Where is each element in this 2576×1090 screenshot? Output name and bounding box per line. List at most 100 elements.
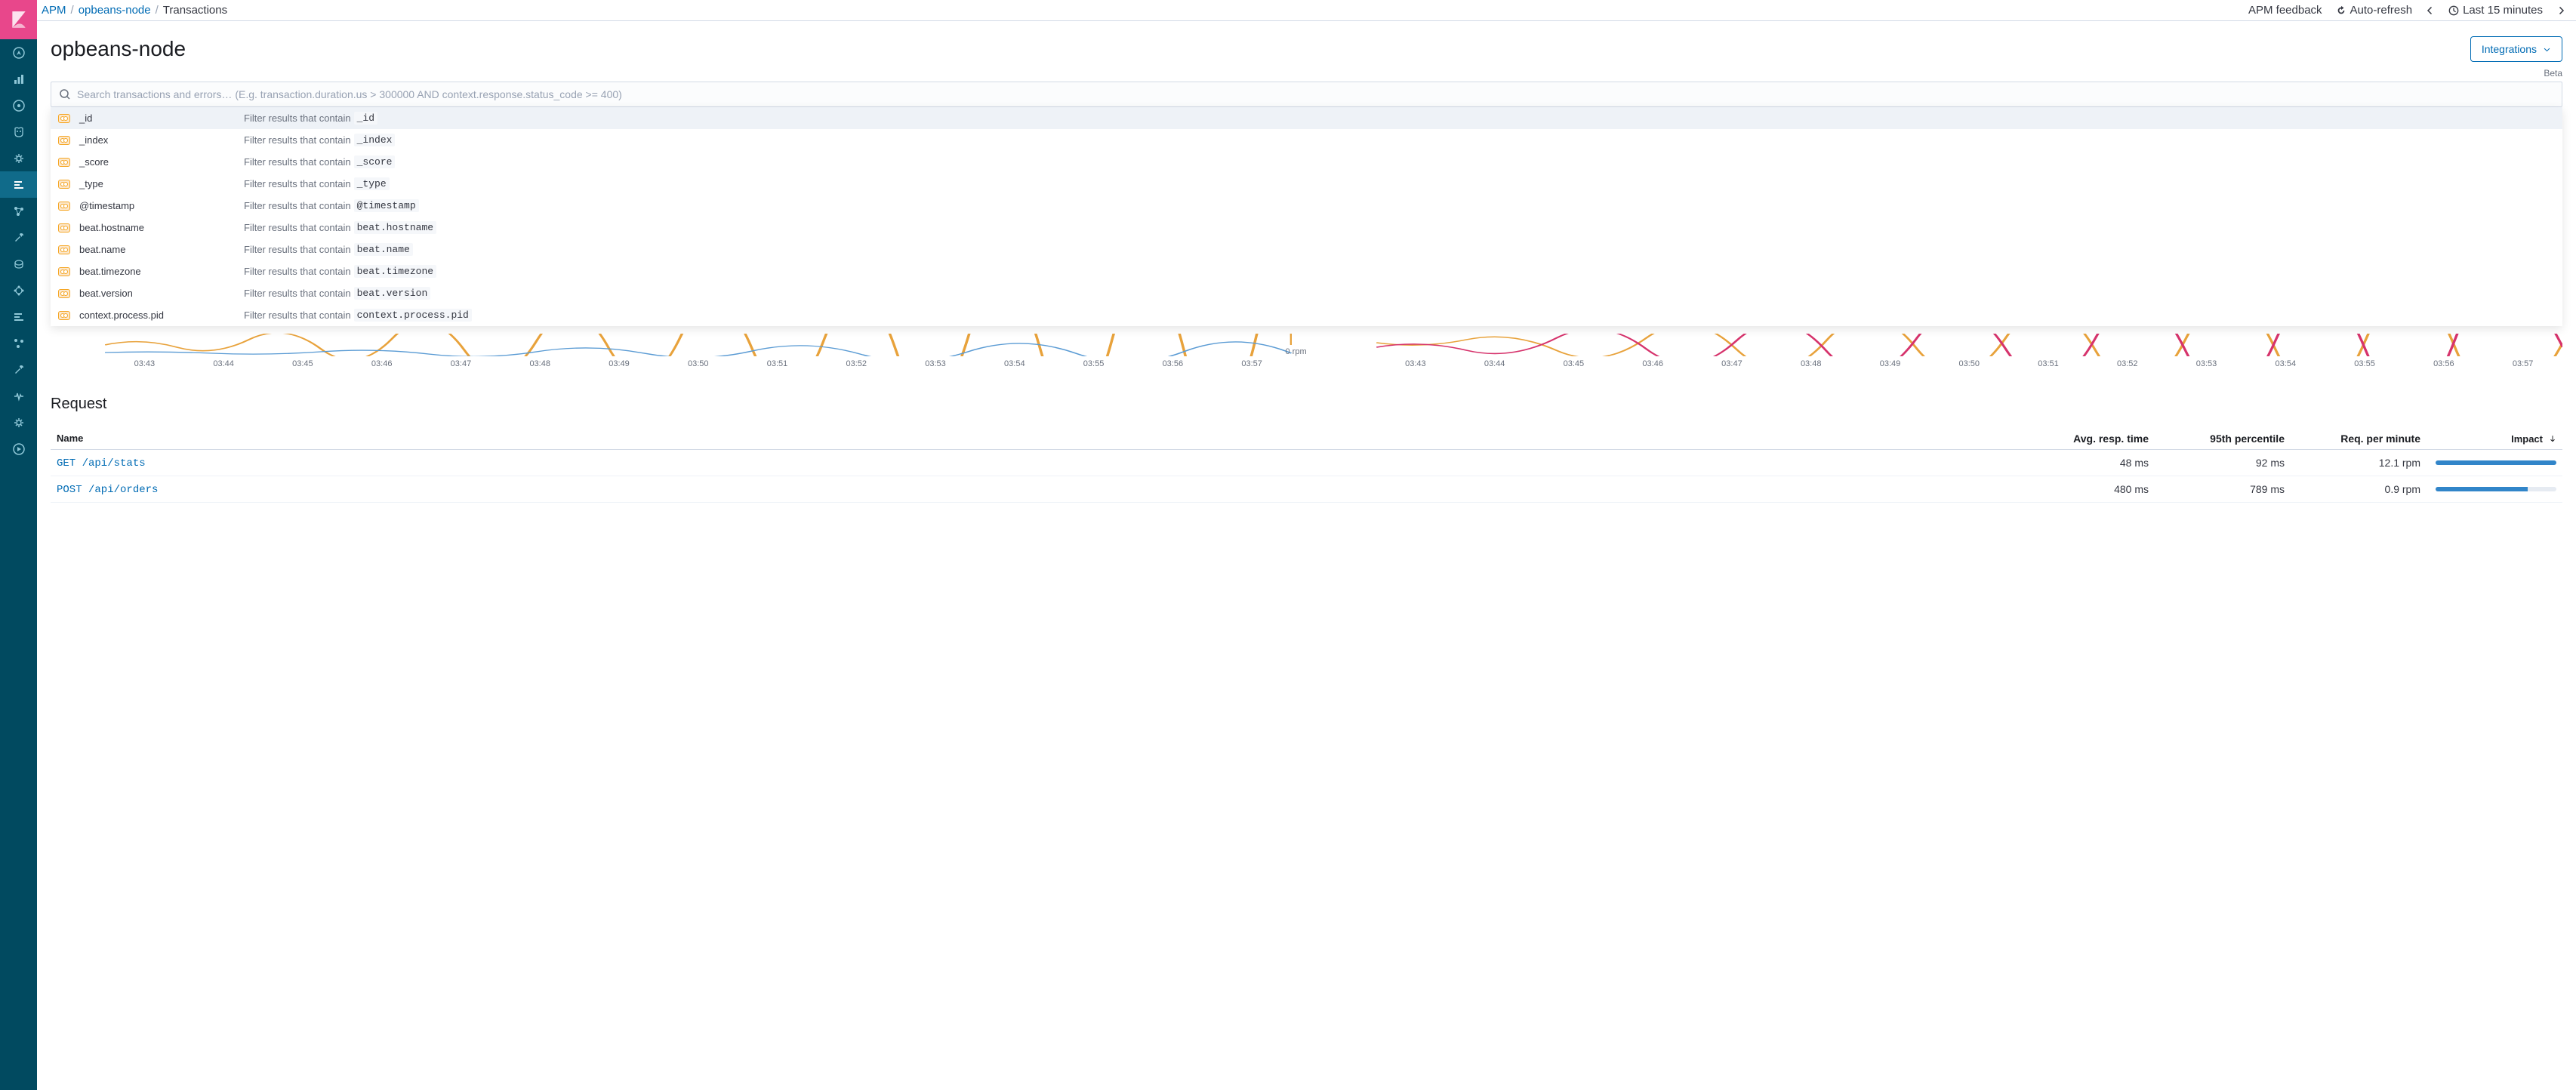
- autocomplete-item[interactable]: _type Filter results that contain _type: [51, 173, 2562, 195]
- sidebar-item-management2[interactable]: [0, 356, 37, 383]
- sidebar-item-play[interactable]: [0, 436, 37, 462]
- field-type-icon: [58, 114, 70, 123]
- x-tick: 03:47: [421, 359, 501, 368]
- breadcrumb-sep: /: [71, 4, 74, 17]
- x-tick: 03:46: [342, 359, 421, 368]
- sidebar: [0, 0, 37, 1090]
- sidebar-item-visualize[interactable]: [0, 66, 37, 92]
- search-input[interactable]: [77, 88, 2554, 100]
- th-p95[interactable]: 95th percentile: [2149, 433, 2285, 445]
- x-tick: 03:44: [184, 359, 263, 368]
- x-tick: 03:43: [1376, 359, 1456, 368]
- compass-icon: [13, 47, 25, 59]
- breadcrumb-root[interactable]: APM: [42, 4, 66, 17]
- field-type-icon: [58, 267, 70, 276]
- cell-p95: 92 ms: [2149, 457, 2285, 469]
- sidebar-item-discover[interactable]: [0, 39, 37, 66]
- gear-icon: [13, 417, 25, 429]
- kibana-logo[interactable]: [0, 0, 37, 39]
- x-tick: 03:48: [1771, 359, 1850, 368]
- filter-code: context.process.pid: [354, 309, 472, 322]
- filter-code: _score: [354, 155, 396, 168]
- heartbeat-icon: [13, 390, 25, 402]
- field-name: @timestamp: [79, 200, 244, 211]
- breadcrumb-service[interactable]: opbeans-node: [79, 4, 151, 17]
- sidebar-item-management[interactable]: [0, 409, 37, 436]
- breadcrumb-sep: /: [156, 4, 159, 17]
- chevron-right-icon: [2556, 6, 2565, 15]
- field-type-icon: [58, 311, 70, 320]
- filter-description: Filter results that contain: [244, 178, 351, 189]
- field-name: beat.timezone: [79, 266, 244, 277]
- x-tick: 03:48: [501, 359, 580, 368]
- sort-desc-icon: [2549, 435, 2556, 442]
- autocomplete-item[interactable]: _score Filter results that contain _scor…: [51, 151, 2562, 173]
- x-tick: 03:45: [1534, 359, 1613, 368]
- field-name: _id: [79, 112, 244, 124]
- autocomplete-item[interactable]: beat.timezone Filter results that contai…: [51, 260, 2562, 282]
- integrations-button[interactable]: Integrations: [2470, 36, 2562, 62]
- field-name: beat.version: [79, 288, 244, 299]
- autocomplete-item[interactable]: @timestamp Filter results that contain @…: [51, 195, 2562, 217]
- apm-feedback-link[interactable]: APM feedback: [2248, 4, 2322, 17]
- time-range-label: Last 15 minutes: [2463, 4, 2543, 17]
- sidebar-item-logs[interactable]: [0, 303, 37, 330]
- kibana-logo-icon: [9, 10, 29, 29]
- th-name[interactable]: Name: [57, 433, 2013, 445]
- x-tick: 03:43: [105, 359, 184, 368]
- search-bar[interactable]: [51, 82, 2562, 107]
- sidebar-item-devtools[interactable]: [0, 224, 37, 251]
- filter-description: Filter results that contain: [244, 200, 351, 211]
- transaction-link[interactable]: POST /api/orders: [57, 484, 158, 496]
- filter-description: Filter results that contain: [244, 266, 351, 277]
- sidebar-item-ml[interactable]: [0, 251, 37, 277]
- th-impact[interactable]: Impact: [2420, 433, 2556, 445]
- autocomplete-item[interactable]: _index Filter results that contain _inde…: [51, 129, 2562, 151]
- sidebar-item-monitoring[interactable]: [0, 383, 37, 409]
- sidebar-item-apm[interactable]: [0, 171, 37, 198]
- x-tick: 03:53: [2167, 359, 2246, 368]
- page-title: opbeans-node: [51, 37, 186, 61]
- ml-icon: [13, 258, 25, 270]
- time-next-button[interactable]: [2556, 6, 2565, 15]
- sidebar-item-graph[interactable]: [0, 198, 37, 224]
- topbar: APM / opbeans-node / Transactions APM fe…: [37, 0, 2576, 21]
- autocomplete-item[interactable]: context.process.pid Filter results that …: [51, 304, 2562, 326]
- x-tick: 03:50: [1930, 359, 2009, 368]
- table-row: POST /api/orders 480 ms 789 ms 0.9 rpm: [51, 476, 2562, 503]
- sidebar-item-uptime[interactable]: [0, 330, 37, 356]
- timelion-icon: [13, 126, 25, 138]
- response-time-chart: 0 ms 03:4303:4403:4503:4603:4703:4803:49…: [51, 334, 1292, 368]
- uptime-icon: [13, 337, 25, 349]
- field-name: beat.hostname: [79, 222, 244, 233]
- time-prev-button[interactable]: [2426, 6, 2435, 15]
- autocomplete-item[interactable]: _id Filter results that contain _id: [51, 107, 2562, 129]
- autocomplete-item[interactable]: beat.name Filter results that contain be…: [51, 239, 2562, 260]
- th-avg[interactable]: Avg. resp. time: [2013, 433, 2149, 445]
- x-tick: 03:52: [2088, 359, 2167, 368]
- transaction-link[interactable]: GET /api/stats: [57, 457, 146, 470]
- autocomplete-item[interactable]: beat.hostname Filter results that contai…: [51, 217, 2562, 239]
- field-type-icon: [58, 136, 70, 145]
- request-table: Name Avg. resp. time 95th percentile Req…: [51, 428, 2562, 503]
- sidebar-item-dashboard[interactable]: [0, 92, 37, 119]
- cell-avg: 48 ms: [2013, 457, 2149, 469]
- sidebar-item-infra[interactable]: [0, 277, 37, 303]
- th-rpm[interactable]: Req. per minute: [2285, 433, 2420, 445]
- cell-rpm: 12.1 rpm: [2285, 457, 2420, 469]
- breadcrumb: APM / opbeans-node / Transactions: [37, 4, 227, 17]
- autocomplete-item[interactable]: beat.version Filter results that contain…: [51, 282, 2562, 304]
- filter-code: beat.hostname: [354, 221, 436, 234]
- time-picker-button[interactable]: Last 15 minutes: [2448, 4, 2543, 17]
- x-tick: 03:53: [896, 359, 975, 368]
- play-icon: [13, 443, 25, 455]
- auto-refresh-button[interactable]: Auto-refresh: [2336, 4, 2413, 17]
- wrench-icon: [13, 232, 25, 244]
- field-type-icon: [58, 245, 70, 254]
- cell-avg: 480 ms: [2013, 483, 2149, 495]
- sidebar-item-timelion[interactable]: [0, 119, 37, 145]
- wrench-icon: [13, 364, 25, 376]
- x-tick: 03:54: [2246, 359, 2325, 368]
- sidebar-item-canvas[interactable]: [0, 145, 37, 171]
- x-tick: 03:56: [2404, 359, 2483, 368]
